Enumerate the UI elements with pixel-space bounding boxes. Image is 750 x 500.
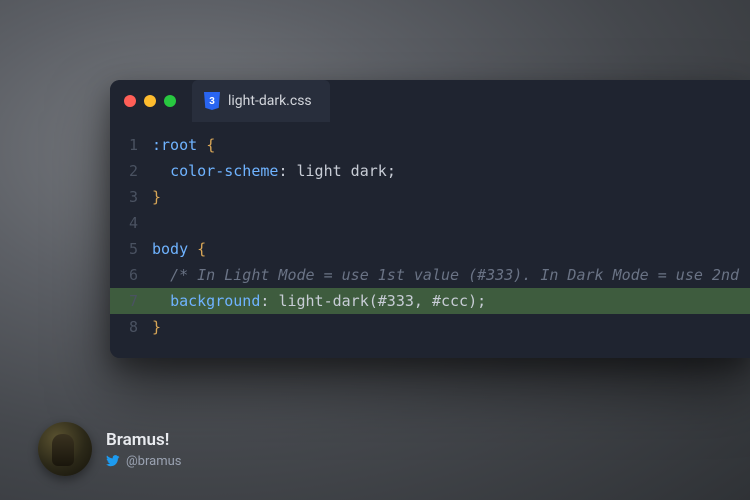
code-content: background: light-dark(#333, #ccc); — [152, 288, 496, 314]
code-editor[interactable]: 1:root {2 color-scheme: light dark;3}45b… — [110, 122, 750, 358]
line-number: 6 — [110, 262, 152, 288]
avatar — [38, 422, 92, 476]
code-line[interactable]: 8} — [110, 314, 750, 340]
code-line[interactable]: 5body { — [110, 236, 750, 262]
code-line[interactable]: 7 background: light-dark(#333, #ccc); — [110, 288, 750, 314]
code-line[interactable]: 3} — [110, 184, 750, 210]
author-name: Bramus! — [106, 430, 181, 450]
line-number: 8 — [110, 314, 152, 340]
author-handle-text: @bramus — [126, 454, 181, 469]
twitter-icon — [106, 454, 120, 468]
close-icon[interactable] — [124, 95, 136, 107]
line-number: 2 — [110, 158, 152, 184]
author-attribution: Bramus! @bramus — [38, 422, 181, 476]
author-handle[interactable]: @bramus — [106, 454, 181, 469]
tab-filename: light-dark.css — [228, 93, 312, 109]
code-content: } — [152, 184, 171, 210]
code-line[interactable]: 1:root { — [110, 132, 750, 158]
code-line[interactable]: 4 — [110, 210, 750, 236]
code-content — [152, 210, 162, 236]
line-number: 1 — [110, 132, 152, 158]
line-number: 5 — [110, 236, 152, 262]
minimize-icon[interactable] — [144, 95, 156, 107]
zoom-icon[interactable] — [164, 95, 176, 107]
line-number: 7 — [110, 288, 152, 314]
code-content: body { — [152, 236, 216, 262]
code-content: :root { — [152, 132, 225, 158]
editor-window: light-dark.css 1:root {2 color-scheme: l… — [110, 80, 750, 358]
code-line[interactable]: 6 /* In Light Mode = use 1st value (#333… — [110, 262, 750, 288]
code-content: color-scheme: light dark; — [152, 158, 406, 184]
line-number: 4 — [110, 210, 152, 236]
window-titlebar: light-dark.css — [110, 80, 750, 122]
file-tab[interactable]: light-dark.css — [192, 80, 330, 122]
code-content: } — [152, 314, 171, 340]
line-number: 3 — [110, 184, 152, 210]
css-file-icon — [204, 92, 220, 110]
window-controls — [124, 95, 176, 107]
code-content: /* In Light Mode = use 1st value (#333).… — [152, 262, 749, 288]
code-line[interactable]: 2 color-scheme: light dark; — [110, 158, 750, 184]
